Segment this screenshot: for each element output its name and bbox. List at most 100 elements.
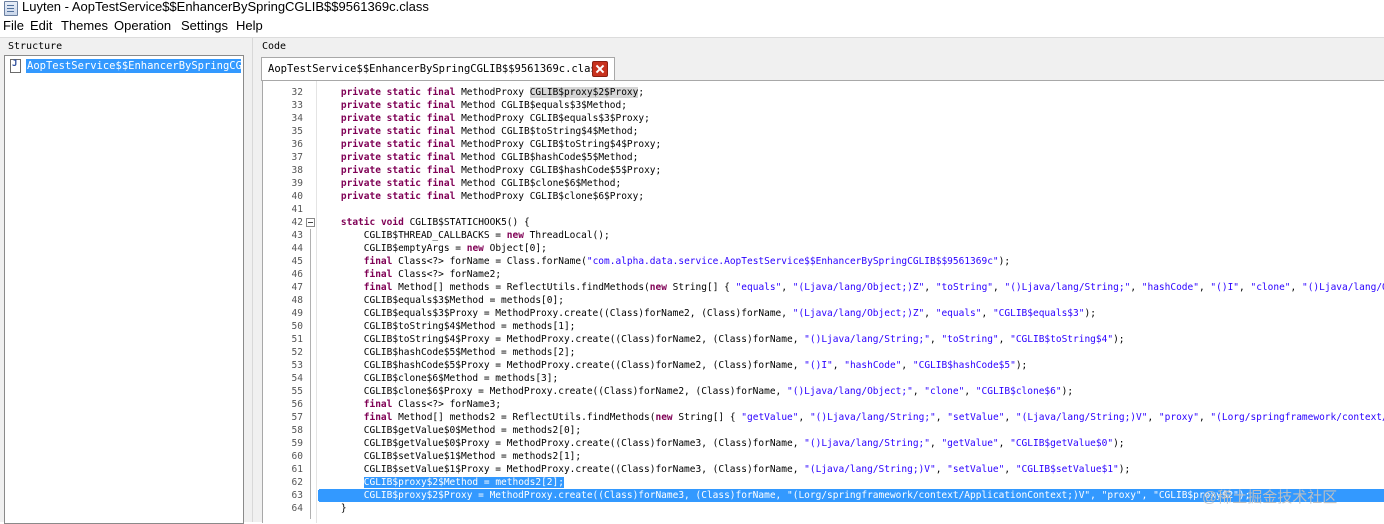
code-line[interactable]: 37 private static final Method CGLIB$has… <box>263 151 1384 164</box>
line-number: 53 <box>291 360 303 371</box>
line-number: 32 <box>291 87 303 98</box>
line-number: 41 <box>291 204 303 215</box>
code-header: Code <box>262 41 287 52</box>
code-line[interactable]: 46 final Class<?> forName2; <box>263 268 1384 281</box>
code-line[interactable]: 41 <box>263 203 1384 216</box>
line-number: 35 <box>291 126 303 137</box>
code-line[interactable]: 49 CGLIB$equals$3$Proxy = MethodProxy.cr… <box>263 307 1384 320</box>
code-text: CGLIB$setValue$1$Proxy = MethodProxy.cre… <box>318 464 1131 475</box>
java-file-icon <box>10 59 21 73</box>
code-line[interactable]: 60 CGLIB$setValue$1$Method = methods2[1]… <box>263 450 1384 463</box>
line-number: 50 <box>291 321 303 332</box>
line-number: 37 <box>291 152 303 163</box>
code-line[interactable]: 33 private static final Method CGLIB$equ… <box>263 99 1384 112</box>
code-text: final Method[] methods2 = ReflectUtils.f… <box>363 412 1384 423</box>
line-number: 59 <box>291 438 303 449</box>
menu-help[interactable]: Help <box>236 18 263 33</box>
line-number: 54 <box>291 373 303 384</box>
code-line[interactable]: 39 private static final Method CGLIB$clo… <box>263 177 1384 190</box>
code-line[interactable]: 52 CGLIB$hashCode$5$Method = methods[2]; <box>263 346 1384 359</box>
code-line[interactable]: 57 final Method[] methods2 = ReflectUtil… <box>263 411 1384 424</box>
line-number: 55 <box>291 386 303 397</box>
structure-tree[interactable]: AopTestService$$EnhancerBySpringCGLIB$$9… <box>4 55 244 524</box>
line-number: 63 <box>291 490 303 501</box>
code-text: final Class<?> forName2; <box>363 269 502 280</box>
collapse-fold-icon[interactable] <box>306 218 315 227</box>
code-line[interactable]: 40 private static final MethodProxy CGLI… <box>263 190 1384 203</box>
code-text: } <box>318 503 347 514</box>
code-text: private static final Method CGLIB$hashCo… <box>340 152 639 163</box>
line-number: 46 <box>291 269 303 280</box>
panel-splitter[interactable] <box>247 38 255 522</box>
line-number: 51 <box>291 334 303 345</box>
code-text: final Method[] methods = ReflectUtils.fi… <box>363 282 1384 293</box>
code-line[interactable]: 32 private static final MethodProxy CGLI… <box>263 86 1384 99</box>
tab-label: AopTestService$$EnhancerBySpringCGLIB$$9… <box>268 63 604 75</box>
code-text: private static final MethodProxy CGLIB$t… <box>340 139 662 150</box>
code-line[interactable]: 54 CGLIB$clone$6$Method = methods[3]; <box>263 372 1384 385</box>
menu-file[interactable]: File <box>3 18 24 33</box>
code-text: private static final Method CGLIB$equals… <box>340 100 627 111</box>
code-text: static void CGLIB$STATICHOOK5() { <box>340 217 530 228</box>
code-text: CGLIB$clone$6$Proxy = MethodProxy.create… <box>318 386 1074 397</box>
code-line[interactable]: 51 CGLIB$toString$4$Proxy = MethodProxy.… <box>263 333 1384 346</box>
code-line[interactable]: 44 CGLIB$emptyArgs = new Object[0]; <box>263 242 1384 255</box>
code-line[interactable]: 45 final Class<?> forName = Class.forNam… <box>263 255 1384 268</box>
code-text: CGLIB$clone$6$Method = methods[3]; <box>318 373 559 384</box>
code-text: private static final Method CGLIB$toStri… <box>340 126 639 137</box>
close-tab-icon[interactable] <box>592 61 608 77</box>
code-text: final Class<?> forName3; <box>363 399 502 410</box>
line-number: 61 <box>291 464 303 475</box>
code-line[interactable]: 34 private static final MethodProxy CGLI… <box>263 112 1384 125</box>
window-title: Luyten - AopTestService$$EnhancerBySprin… <box>22 0 429 14</box>
line-number: 43 <box>291 230 303 241</box>
code-editor[interactable]: 32 private static final MethodProxy CGLI… <box>262 80 1384 523</box>
code-text: CGLIB$THREAD_CALLBACKS = new ThreadLocal… <box>318 230 610 241</box>
code-text: CGLIB$emptyArgs = new Object[0]; <box>318 243 547 254</box>
luyten-app-icon <box>4 1 18 16</box>
code-text: final Class<?> forName = Class.forName("… <box>363 256 1011 267</box>
tab-class-file[interactable]: AopTestService$$EnhancerBySpringCGLIB$$9… <box>261 57 615 81</box>
code-line[interactable]: 56 final Class<?> forName3; <box>263 398 1384 411</box>
tree-item-class-file[interactable]: AopTestService$$EnhancerBySpringCGLIB$$9… <box>26 59 241 73</box>
code-line[interactable]: 55 CGLIB$clone$6$Proxy = MethodProxy.cre… <box>263 385 1384 398</box>
code-text: CGLIB$equals$3$Method = methods[0]; <box>318 295 564 306</box>
code-line[interactable]: 59 CGLIB$getValue$0$Proxy = MethodProxy.… <box>263 437 1384 450</box>
code-text: CGLIB$toString$4$Proxy = MethodProxy.cre… <box>318 334 1125 345</box>
code-line[interactable]: 36 private static final MethodProxy CGLI… <box>263 138 1384 151</box>
line-number: 44 <box>291 243 303 254</box>
line-number: 60 <box>291 451 303 462</box>
code-line[interactable]: 38 private static final MethodProxy CGLI… <box>263 164 1384 177</box>
code-line[interactable]: 53 CGLIB$hashCode$5$Proxy = MethodProxy.… <box>263 359 1384 372</box>
code-text: private static final MethodProxy CGLIB$e… <box>340 113 650 124</box>
line-number: 47 <box>291 282 303 293</box>
code-line[interactable]: 35 private static final Method CGLIB$toS… <box>263 125 1384 138</box>
code-line[interactable]: 42 static void CGLIB$STATICHOOK5() { <box>263 216 1384 229</box>
splitter-line <box>252 38 253 522</box>
menu-settings[interactable]: Settings <box>181 18 228 33</box>
line-number: 62 <box>291 477 303 488</box>
line-number: 39 <box>291 178 303 189</box>
menu-edit[interactable]: Edit <box>30 18 52 33</box>
line-number: 48 <box>291 295 303 306</box>
line-number: 33 <box>291 100 303 111</box>
line-number: 36 <box>291 139 303 150</box>
line-number: 38 <box>291 165 303 176</box>
code-line[interactable]: 48 CGLIB$equals$3$Method = methods[0]; <box>263 294 1384 307</box>
menu-operation[interactable]: Operation <box>114 18 171 33</box>
line-number: 52 <box>291 347 303 358</box>
line-number: 40 <box>291 191 303 202</box>
code-text: private static final MethodProxy CGLIB$c… <box>340 191 645 202</box>
code-line[interactable]: 61 CGLIB$setValue$1$Proxy = MethodProxy.… <box>263 463 1384 476</box>
code-line[interactable]: 47 final Method[] methods = ReflectUtils… <box>263 281 1384 294</box>
menu-themes[interactable]: Themes <box>61 18 108 33</box>
menu-bar: File Edit Themes Operation Settings Help <box>0 17 1384 36</box>
code-line[interactable]: 58 CGLIB$getValue$0$Method = methods2[0]… <box>263 424 1384 437</box>
line-number: 58 <box>291 425 303 436</box>
code-text: CGLIB$hashCode$5$Method = methods[2]; <box>318 347 576 358</box>
code-text: private static final MethodProxy CGLIB$p… <box>340 87 645 98</box>
line-number: 45 <box>291 256 303 267</box>
code-line[interactable]: 43 CGLIB$THREAD_CALLBACKS = new ThreadLo… <box>263 229 1384 242</box>
code-line[interactable]: 50 CGLIB$toString$4$Method = methods[1]; <box>263 320 1384 333</box>
code-text: CGLIB$setValue$1$Method = methods2[1]; <box>318 451 582 462</box>
